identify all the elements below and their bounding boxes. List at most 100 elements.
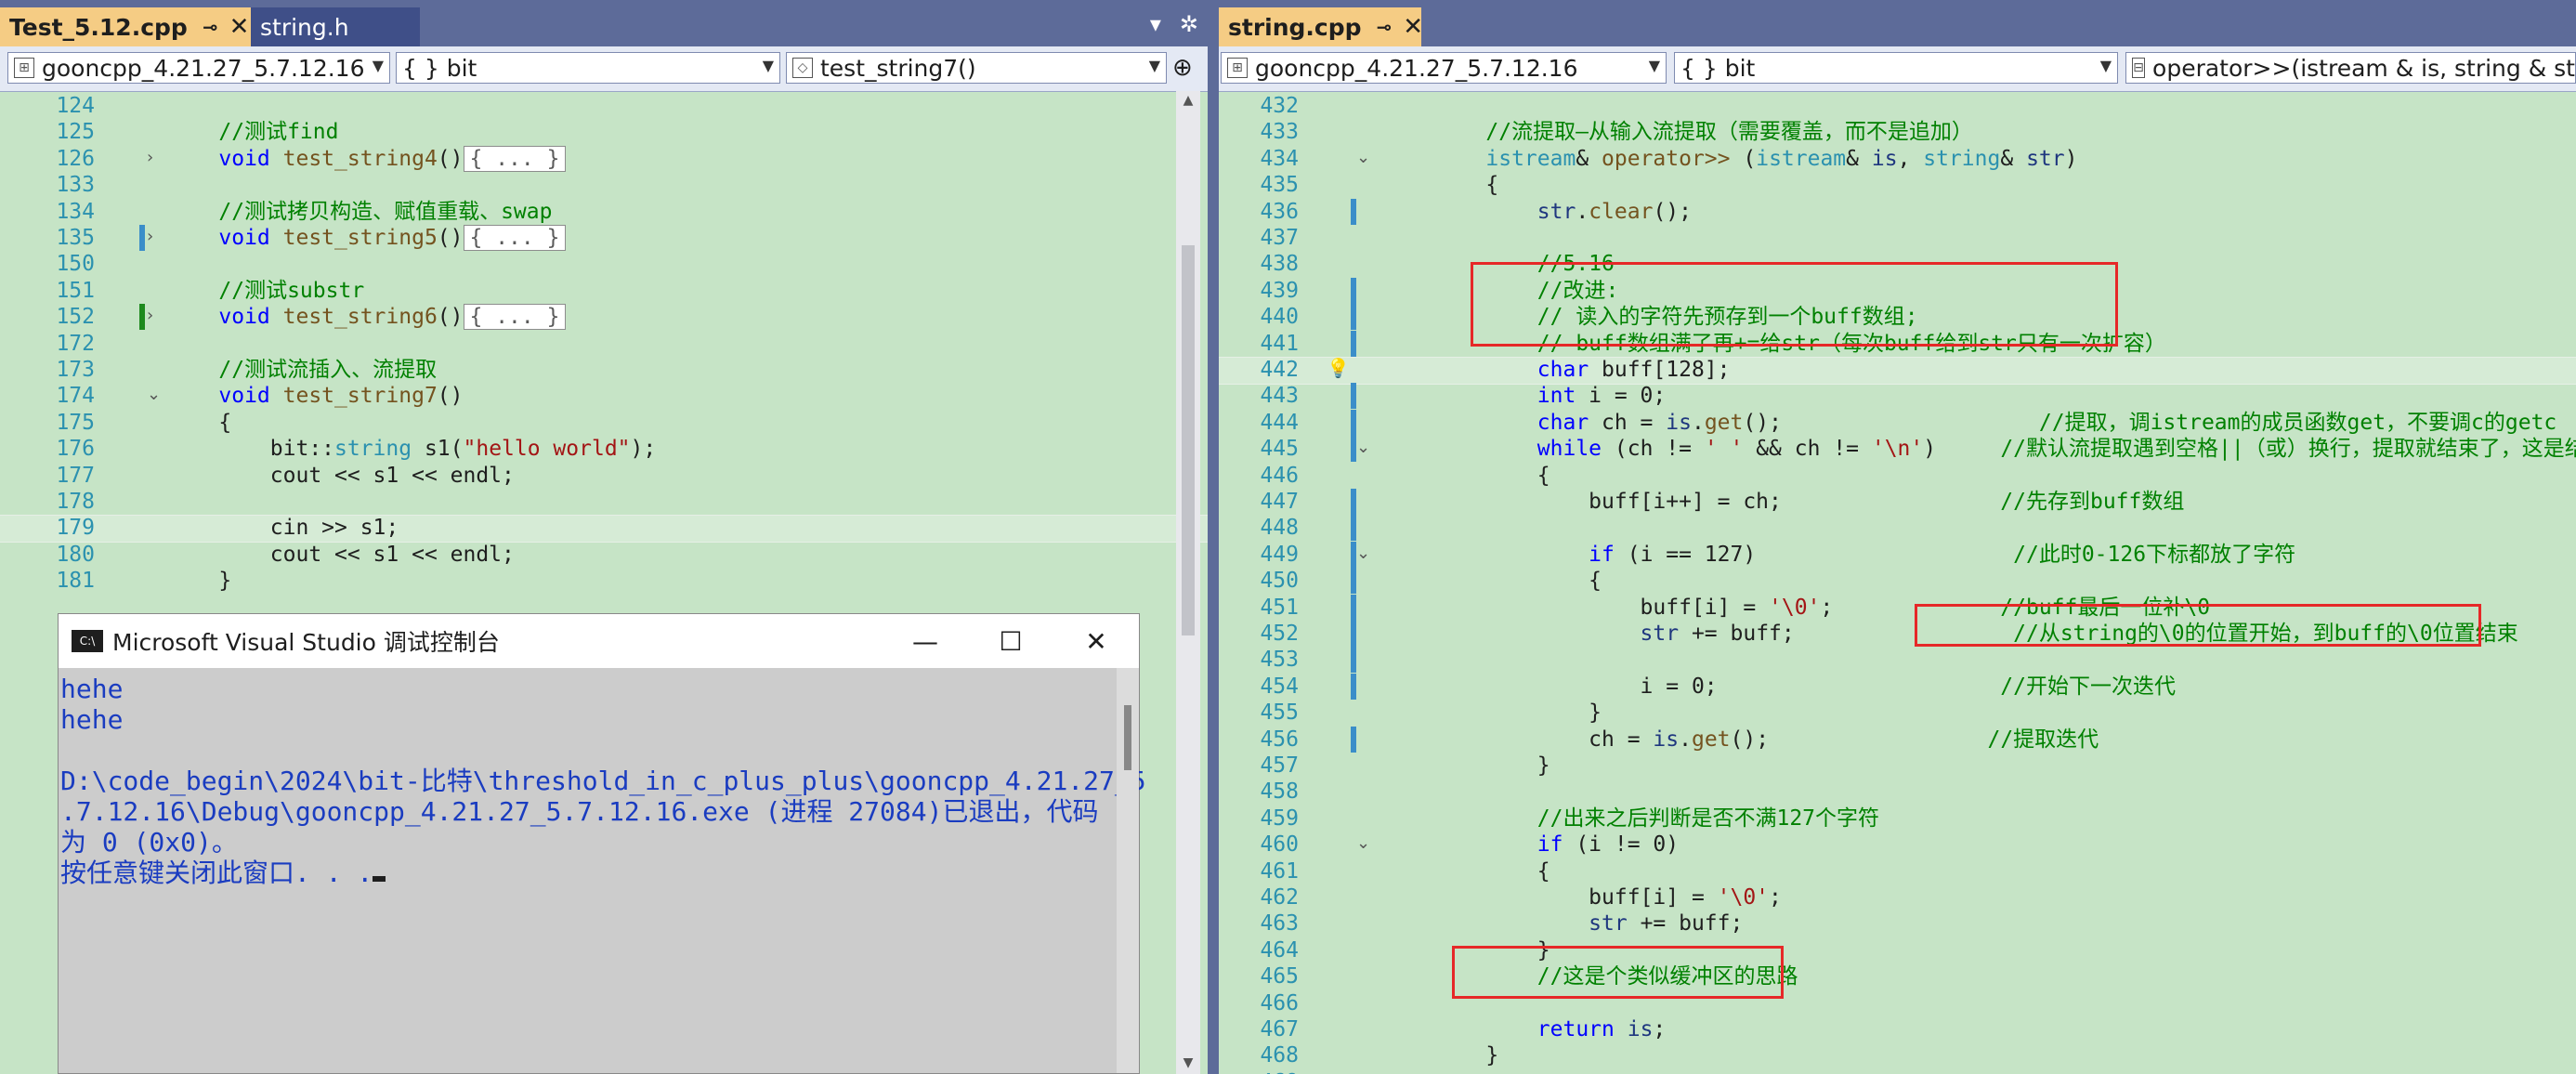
code-line[interactable]: 449 if (i == 127) //此时0-126下标都放了字符 [1219, 542, 2576, 568]
code-line[interactable]: 447 buff[i++] = ch; //先存到buff数组 [1219, 489, 2576, 515]
tab-test-5-12-cpp[interactable]: Test_5.12.cpp ⊸ ✕ [0, 7, 251, 46]
code-line[interactable]: 434 istream& operator>> (istream& is, st… [1219, 146, 2576, 172]
code-line[interactable]: 150 [0, 251, 1208, 277]
lightbulb-icon[interactable]: 💡 [1327, 357, 1350, 379]
close-icon[interactable]: ✕ [229, 13, 250, 41]
code-line[interactable]: 443 int i = 0; [1219, 383, 2576, 409]
scope-dropdown[interactable]: { } bit ▼ [396, 52, 780, 84]
left-vertical-scrollbar[interactable]: ▲ ▼ [1176, 91, 1200, 1074]
code-line[interactable]: 453 [1219, 647, 2576, 673]
close-icon[interactable]: ✕ [1403, 13, 1423, 41]
minimize-icon[interactable]: — [883, 614, 968, 668]
collapsed-region[interactable]: { ... } [463, 145, 567, 172]
code-line[interactable]: 436 str.clear(); [1219, 199, 2576, 225]
scrollbar-thumb[interactable] [1182, 245, 1195, 635]
code-line[interactable]: 179 cin >> s1; [0, 515, 1208, 541]
console-app-icon: C:\ [72, 630, 103, 652]
code-line[interactable]: 135 void test_string5(){ ... } [0, 225, 1208, 251]
code-token: } [1434, 701, 1602, 726]
code-line[interactable]: 151 //测试substr [0, 278, 1208, 304]
pin-icon[interactable]: ⊸ [1377, 16, 1393, 38]
code-line[interactable]: 444 char ch = is.get(); //提取，调istream的成员… [1219, 410, 2576, 436]
chevron-down-icon[interactable]: ▾ [1150, 11, 1161, 37]
code-line[interactable]: 442 char buff[128]; [1219, 357, 2576, 383]
code-line[interactable]: 124 [0, 93, 1208, 119]
line-number: 151 [56, 278, 95, 303]
code-line[interactable]: 448 [1219, 515, 2576, 541]
console-output[interactable]: hehe hehe D:\code_begin\2024\bit-比特\thres… [59, 668, 1146, 1073]
code-line[interactable]: 432 [1219, 93, 2576, 119]
code-line[interactable]: 125 //测试find [0, 119, 1208, 145]
code-line[interactable]: 458 [1219, 779, 2576, 805]
code-text: ch = is.get(); //提取迭代 [1434, 727, 2099, 753]
close-icon[interactable]: ✕ [1053, 614, 1139, 668]
code-line[interactable]: 172 [0, 331, 1208, 357]
collapsed-region[interactable]: { ... } [463, 225, 567, 251]
chevron-right-icon[interactable]: › [147, 227, 153, 246]
code-line[interactable]: 174 void test_string7() [0, 383, 1208, 409]
code-line[interactable]: 134 //测试拷贝构造、赋值重载、swap [0, 199, 1208, 225]
code-line[interactable]: 175 { [0, 410, 1208, 436]
code-line[interactable]: 178 [0, 489, 1208, 515]
debug-console-window[interactable]: C:\ Microsoft Visual Studio 调试控制台 — ☐ ✕ … [58, 613, 1146, 1074]
code-line[interactable]: 459 //出来之后判断是否不满127个字符 [1219, 806, 2576, 832]
scroll-up-icon[interactable]: ▲ [1176, 93, 1200, 108]
code-line[interactable]: 437 [1219, 225, 2576, 251]
line-number: 181 [56, 569, 95, 594]
code-line[interactable]: 181 } [0, 568, 1208, 594]
console-title-bar[interactable]: C:\ Microsoft Visual Studio 调试控制台 — ☐ ✕ [59, 614, 1139, 668]
code-line[interactable]: 450 { [1219, 568, 2576, 594]
line-number: 438 [1260, 252, 1299, 277]
chevron-down-icon[interactable]: ⌄ [1356, 148, 1370, 167]
code-line[interactable]: 466 [1219, 990, 2576, 1016]
code-line[interactable]: 176 bit::string s1("hello world"); [0, 436, 1208, 462]
chevron-down-icon[interactable]: ⌄ [147, 385, 161, 404]
code-line[interactable]: 435 { [1219, 172, 2576, 198]
code-line[interactable]: 465 //这是个类似缓冲区的思路 [1219, 963, 2576, 989]
editor-splitter[interactable] [1208, 0, 1219, 1074]
chevron-down-icon[interactable]: ⌄ [1356, 544, 1370, 563]
code-line[interactable]: 446 { [1219, 463, 2576, 489]
code-line[interactable]: 455 } [1219, 700, 2576, 726]
code-line[interactable]: 180 cout << s1 << endl; [0, 542, 1208, 568]
code-line[interactable]: 460 if (i != 0) [1219, 832, 2576, 858]
code-line[interactable]: 152 void test_string6(){ ... } [0, 304, 1208, 331]
project-dropdown[interactable]: ⊞ gooncpp_4.21.27_5.7.12.16 ▼ [7, 52, 390, 84]
code-line[interactable]: 462 buff[i] = '\0'; [1219, 884, 2576, 910]
code-line[interactable]: 126 void test_string4(){ ... } [0, 145, 1208, 172]
scope-dropdown[interactable]: { } bit ▼ [1674, 52, 2118, 84]
console-scrollbar[interactable] [1117, 668, 1139, 1073]
code-line[interactable]: 177 cout << s1 << endl; [0, 463, 1208, 489]
tab-string-h[interactable]: string.h [251, 7, 420, 46]
pin-icon[interactable]: ⊸ [203, 16, 218, 38]
code-line[interactable]: 456 ch = is.get(); //提取迭代 [1219, 727, 2576, 753]
tab-string-cpp[interactable]: string.cpp ⊸ ✕ [1219, 7, 1423, 46]
right-code-editor[interactable]: 432 433 //流提取—从输入流提取（需要覆盖，而不是追加） 434 istre… [1219, 91, 2576, 1074]
code-line[interactable]: 433 //流提取—从输入流提取（需要覆盖，而不是追加） [1219, 119, 2576, 145]
gear-icon[interactable]: ✲ [1180, 11, 1198, 37]
code-line[interactable]: 463 str += buff; [1219, 910, 2576, 936]
chevron-down-icon[interactable]: ⌄ [1356, 438, 1370, 457]
code-line[interactable]: 454 i = 0; //开始下一次迭代 [1219, 674, 2576, 700]
code-line[interactable]: 133 [0, 172, 1208, 198]
code-line[interactable]: 445 while (ch != ' ' && ch != '\n') //默认… [1219, 436, 2576, 462]
member-dropdown[interactable]: ⊟ operator>>(istream & is, string & st [2125, 52, 2576, 84]
chevron-right-icon[interactable]: › [147, 306, 153, 325]
code-line[interactable]: 468 } [1219, 1042, 2576, 1068]
project-dropdown[interactable]: ⊞ gooncpp_4.21.27_5.7.12.16 ▼ [1221, 52, 1667, 84]
code-line[interactable]: 464 } [1219, 937, 2576, 963]
code-line[interactable]: 467 return is; [1219, 1016, 2576, 1042]
collapsed-region[interactable]: { ... } [463, 304, 567, 331]
code-line[interactable]: 173 //测试流插入、流提取 [0, 357, 1208, 383]
code-line[interactable]: 457 } [1219, 753, 2576, 779]
chevron-right-icon[interactable]: › [147, 148, 153, 167]
member-dropdown[interactable]: ◇ test_string7() ▼ [786, 52, 1167, 84]
scroll-down-icon[interactable]: ▼ [1176, 1055, 1200, 1070]
chevron-down-icon[interactable]: ⌄ [1356, 833, 1370, 853]
maximize-icon[interactable]: ☐ [968, 614, 1053, 668]
code-text: { [167, 410, 231, 436]
code-line[interactable]: 461 { [1219, 858, 2576, 884]
code-line[interactable]: 469 [1219, 1069, 2576, 1074]
split-icon[interactable]: ⊕ [1172, 54, 1193, 82]
scrollbar-thumb[interactable] [1124, 705, 1131, 770]
